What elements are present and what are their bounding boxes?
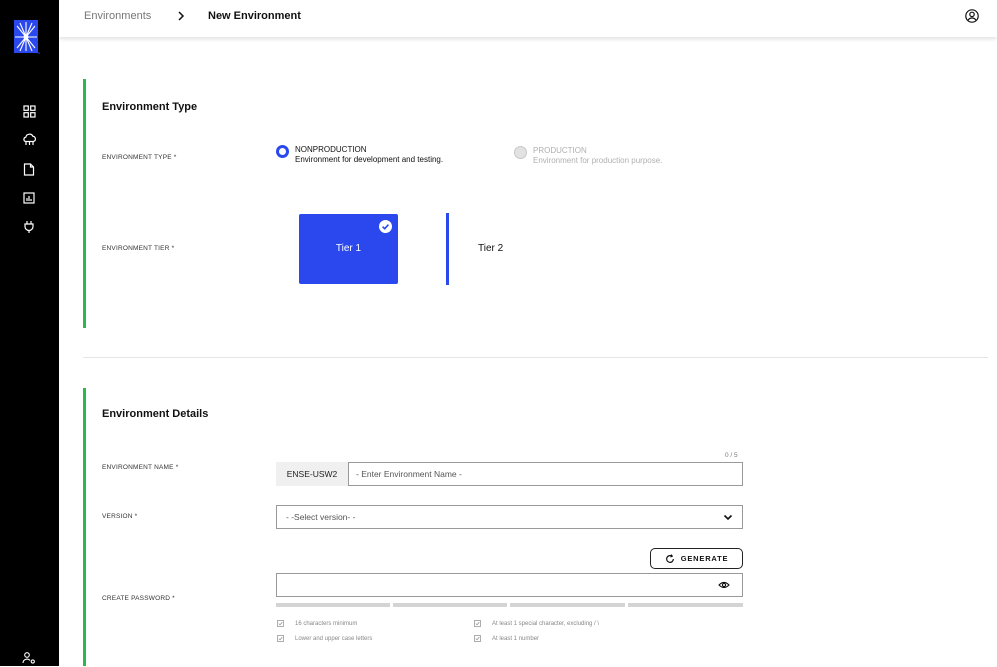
requirement-text: At least 1 number: [492, 635, 540, 642]
sidebar-item-integrations[interactable]: [20, 218, 38, 236]
chevron-right-icon: [178, 11, 185, 21]
tier-card-1[interactable]: Tier 1: [299, 214, 398, 284]
requirement-text: 16 characters minimum: [295, 620, 358, 627]
section-indicator: [83, 388, 86, 666]
character-counter: 0 / 5: [725, 452, 738, 459]
user-settings-icon: [22, 652, 35, 664]
password-requirement: At least 1 number: [474, 635, 539, 642]
requirement-check-icon: [277, 620, 284, 627]
radio-selected-indicator: [276, 145, 289, 158]
requirement-check-icon: [474, 635, 481, 642]
analytics-chart-icon: [23, 192, 35, 204]
cloud-network-icon: [22, 133, 36, 145]
generate-password-button[interactable]: GENERATE: [650, 548, 743, 569]
requirement-check-icon: [474, 620, 481, 627]
document-icon: [23, 162, 35, 176]
plug-icon: [24, 221, 34, 233]
password-input[interactable]: [276, 573, 743, 597]
sidebar-item-reports[interactable]: [20, 189, 38, 207]
requirement-text: At least 1 special character, excluding …: [492, 620, 600, 627]
version-select[interactable]: - -Select version- -: [276, 505, 743, 529]
password-strength-segment: [276, 603, 390, 607]
check-circle-icon: [379, 220, 392, 233]
radio-title: PRODUCTION: [533, 146, 587, 155]
environment-type-label: ENVIRONMENT TYPE *: [102, 154, 177, 161]
password-requirement: 16 characters minimum: [277, 620, 357, 627]
generate-button-label: GENERATE: [680, 554, 729, 563]
environment-tier-label: ENVIRONMENT TIER *: [102, 245, 175, 252]
environment-name-input[interactable]: [348, 462, 743, 486]
version-label: VERSION *: [102, 513, 138, 520]
section-divider: [83, 357, 988, 358]
section-title-environment-details: Environment Details: [102, 408, 209, 420]
radio-description: Environment for production purpose.: [533, 156, 663, 165]
section-title-environment-type: Environment Type: [102, 101, 198, 113]
password-strength-segment: [628, 603, 743, 607]
chevron-down-icon: [723, 514, 733, 520]
radio-production[interactable]: PRODUCTION Environment for production pu…: [514, 146, 662, 166]
sidebar-item-documents[interactable]: [20, 160, 38, 178]
radio-nonproduction[interactable]: NONPRODUCTION Environment for developmen…: [276, 145, 443, 165]
section-indicator: [83, 79, 86, 328]
top-bar: Environments New Environment: [59, 0, 997, 37]
requirement-check-icon: [277, 635, 284, 642]
password-requirement: Lower and upper case letters: [277, 635, 372, 642]
requirement-text: Lower and upper case letters: [295, 635, 373, 642]
user-circle-icon[interactable]: [965, 9, 979, 23]
sidebar: [0, 0, 59, 666]
sidebar-item-cloud[interactable]: [20, 131, 38, 149]
refresh-icon: [665, 553, 674, 563]
breadcrumb-environments[interactable]: Environments: [84, 10, 151, 22]
create-password-label: CREATE PASSWORD *: [102, 595, 175, 602]
version-select-value: - -Select version- -: [286, 512, 356, 522]
tier-card-label: Tier 2: [478, 243, 504, 254]
sidebar-item-account[interactable]: [20, 649, 38, 667]
dashboard-grid-icon: [22, 104, 36, 118]
tier-card-label: Tier 1: [335, 243, 362, 254]
radio-disabled-indicator: [514, 146, 527, 159]
tier-card-2[interactable]: Tier 2: [446, 213, 545, 285]
password-strength-segment: [393, 603, 507, 607]
radio-title: NONPRODUCTION: [295, 145, 367, 154]
environment-name-label: ENVIRONMENT NAME *: [102, 464, 179, 471]
password-strength-segment: [510, 603, 625, 607]
app-logo[interactable]: [14, 20, 40, 54]
sidebar-item-dashboard[interactable]: [20, 102, 38, 120]
breadcrumb-current: New Environment: [208, 10, 301, 22]
environment-name-prefix: ENSE-USW2: [276, 462, 348, 486]
radio-description: Environment for development and testing.: [295, 155, 444, 164]
password-requirement: At least 1 special character, excluding …: [474, 620, 599, 627]
eye-icon[interactable]: [718, 580, 730, 590]
